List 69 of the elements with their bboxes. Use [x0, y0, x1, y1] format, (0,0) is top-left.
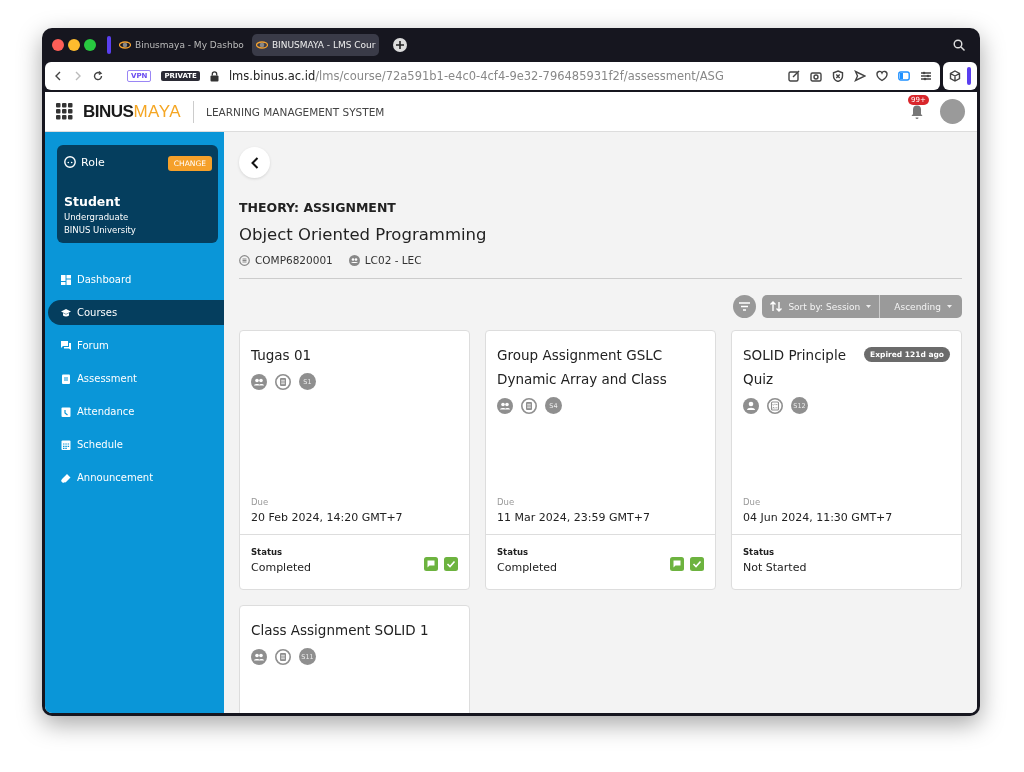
lock-icon: [209, 70, 219, 82]
search-icon[interactable]: [953, 39, 965, 51]
sidebar-item[interactable]: Courses: [48, 300, 224, 325]
calendar-icon: [61, 439, 71, 450]
reload-icon[interactable]: [93, 71, 103, 81]
course-code: COMP6820001: [255, 254, 333, 266]
window-control[interactable]: [84, 39, 96, 51]
chevron-left-icon: [250, 156, 259, 169]
bell-icon[interactable]: [910, 104, 924, 119]
sort-icon: [770, 301, 783, 312]
status-value: Completed: [497, 561, 557, 574]
due-label: Due: [743, 497, 762, 507]
status-value: Not Started: [743, 561, 807, 574]
back-button[interactable]: [239, 147, 270, 178]
edit-icon[interactable]: [788, 70, 800, 82]
assignment-title[interactable]: Tugas 01: [251, 343, 458, 367]
shield-icon[interactable]: [832, 70, 844, 82]
dashboard-icon: [61, 274, 71, 285]
window-control[interactable]: [68, 39, 80, 51]
cube-icon[interactable]: [949, 70, 961, 82]
chat-icon: [61, 340, 71, 351]
caret-icon: [866, 305, 872, 308]
app-title: LEARNING MANAGEMENT SYSTEM: [206, 105, 385, 118]
sidebar-toggle[interactable]: [967, 67, 971, 85]
face-icon: [64, 156, 76, 168]
role-detail: BINUS University: [64, 225, 137, 235]
calendar-clock-icon: [61, 406, 71, 417]
camera-icon[interactable]: [810, 70, 822, 82]
browser-tab[interactable]: Binusmaya - My Dashbo: [115, 34, 248, 56]
graduation-cap-icon: [61, 307, 71, 318]
status-label: Status: [251, 547, 284, 557]
address-field[interactable]: lms.binus.ac.id/lms/course/72a591b1-e4c0-4cf4-9e32-796485931f2f/assessment/ASG: [228, 69, 724, 83]
globe-icon: [255, 39, 268, 51]
role-detail: Undergraduate: [64, 212, 130, 222]
globe-icon: [119, 39, 131, 51]
book-icon: [239, 254, 250, 266]
class-code: LC02 - LEC: [364, 254, 422, 266]
new-tab-button[interactable]: [393, 38, 408, 52]
clipboard-icon: [61, 373, 71, 384]
status-value: Completed: [251, 561, 311, 574]
plus-icon: [396, 41, 405, 49]
assignment-title[interactable]: Class Assignment SOLID 1: [251, 618, 458, 642]
logo[interactable]: BINUSMAYA: [83, 101, 182, 122]
menu-icon[interactable]: [56, 103, 73, 120]
role-name: Student: [64, 194, 122, 209]
window-control[interactable]: [52, 39, 64, 51]
sidebar-toggle[interactable]: [107, 36, 111, 54]
sidebar-icon[interactable]: [898, 70, 910, 82]
filter-icon: [739, 302, 751, 311]
due-label: Due: [497, 497, 516, 507]
filter-button[interactable]: [733, 295, 757, 318]
caret-icon: [947, 305, 952, 308]
due-date: 20 Feb 2024, 14:20 GMT+7: [251, 511, 404, 524]
heart-icon[interactable]: [876, 70, 888, 82]
due-date: 04 Jun 2024, 11:30 GMT+7: [743, 511, 894, 524]
course-title: Object Oriented Programming: [239, 225, 488, 244]
browser-tab[interactable]: BINUSMAYA - LMS Cour: [251, 34, 380, 56]
assignment-title[interactable]: SOLID Principle Quiz: [743, 343, 859, 391]
back-icon[interactable]: [53, 71, 63, 81]
assignment-title[interactable]: Group Assignment GSLC Dynamic Array and Class: [497, 343, 704, 391]
section-heading: THEORY: ASSIGNMENT: [239, 200, 397, 215]
status-label: Status: [743, 547, 776, 557]
sliders-icon[interactable]: [920, 70, 932, 82]
send-icon[interactable]: [854, 70, 866, 82]
due-label: Due: [251, 497, 270, 507]
role-label: Role: [81, 155, 105, 169]
due-date: 11 Mar 2024, 23:59 GMT+7: [497, 511, 651, 524]
avatar[interactable]: [940, 99, 965, 124]
status-label: Status: [497, 547, 530, 557]
